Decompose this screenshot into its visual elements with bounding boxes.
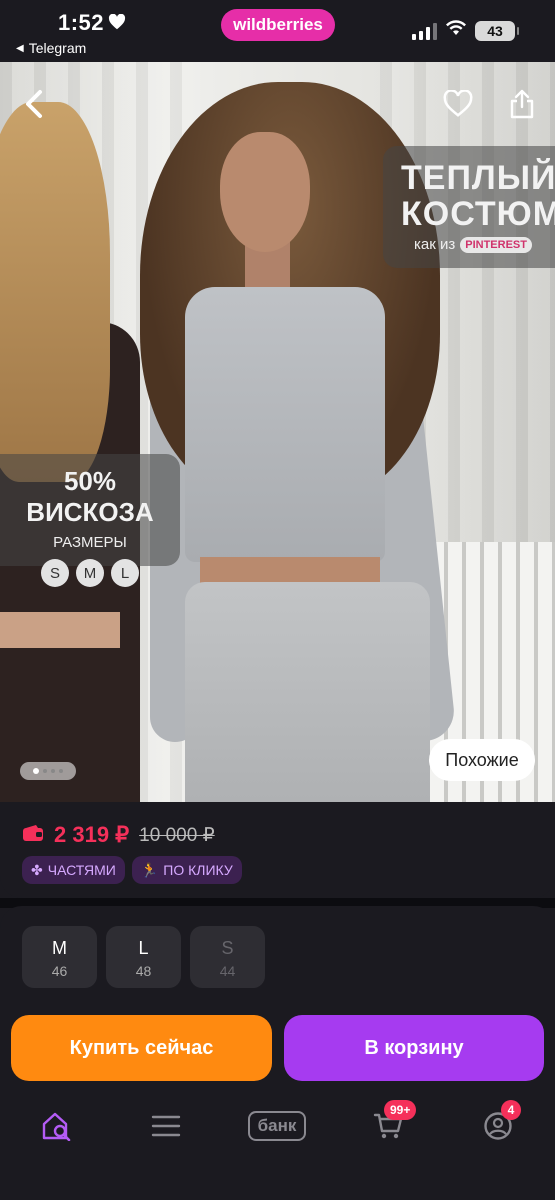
heart-icon: [108, 10, 126, 36]
heart-outline-icon: [443, 90, 473, 117]
second-model-hair: [0, 102, 110, 482]
size-option-l[interactable]: L 48: [106, 926, 181, 988]
carousel-dot: [33, 768, 39, 774]
badge-size: S: [41, 559, 69, 587]
tab-cart[interactable]: 99+: [358, 1096, 418, 1156]
carousel-dot: [59, 769, 63, 773]
similar-button[interactable]: Похожие: [429, 739, 535, 781]
pinterest-tag: PINTEREST: [460, 236, 532, 253]
status-time: 1:52: [58, 10, 126, 36]
carousel-indicator: [20, 762, 76, 780]
tab-bank[interactable]: банк: [247, 1096, 307, 1156]
price-section: 2 319 ₽ 10 000 ₽ ✤ ЧАСТЯМИ 🏃 ПО КЛИКУ: [0, 802, 555, 898]
model-face: [220, 132, 310, 252]
cellular-signal-icon: [412, 22, 437, 40]
promo-badge-warm-suit: ТЕПЛЫЙ КОСТЮМ как из PINTEREST: [383, 146, 555, 268]
profile-notification-badge: 4: [501, 1100, 521, 1120]
tab-profile[interactable]: 4: [468, 1096, 528, 1156]
buy-now-button[interactable]: Купить сейчас: [11, 1015, 272, 1081]
current-price: 2 319 ₽: [54, 822, 130, 847]
tab-catalog[interactable]: [136, 1096, 196, 1156]
back-to-app-link[interactable]: ◀ Telegram: [16, 40, 86, 56]
system-icons: 43: [412, 20, 519, 41]
model-pants: [185, 582, 430, 802]
badge-size: M: [76, 559, 104, 587]
size-selector: M 46 L 48 S 44: [22, 926, 265, 988]
add-to-cart-button[interactable]: В корзину: [284, 1015, 544, 1081]
home-search-icon: [42, 1112, 71, 1141]
purchase-panel: M 46 L 48 S 44 Купить сейчас В корзину б…: [0, 906, 555, 1200]
installments-chip[interactable]: ✤ ЧАСТЯМИ: [22, 856, 125, 884]
tab-home[interactable]: [27, 1096, 87, 1156]
battery-indicator: 43: [475, 20, 519, 41]
running-person-icon: 🏃: [140, 861, 159, 878]
wallet-icon: [22, 824, 44, 847]
cart-count-badge: 99+: [384, 1100, 417, 1120]
carousel-dot: [51, 769, 55, 773]
size-option-m[interactable]: M 46: [22, 926, 97, 988]
second-model-midriff: [0, 612, 120, 648]
size-option-s[interactable]: S 44: [190, 926, 265, 988]
promo-badge-material: 50% ВИСКОЗА РАЗМЕРЫ S M L: [0, 454, 180, 587]
status-bar: 1:52 ◀ Telegram wildberries 43: [0, 0, 555, 62]
share-icon: [510, 89, 534, 119]
carousel-dot: [43, 769, 47, 773]
wifi-icon: [445, 20, 467, 41]
bank-icon: банк: [247, 1111, 307, 1141]
menu-icon: [151, 1115, 181, 1137]
one-click-chip[interactable]: 🏃 ПО КЛИКУ: [131, 856, 242, 884]
clover-icon: ✤: [31, 861, 43, 878]
app-pill: wildberries: [221, 9, 335, 41]
back-button[interactable]: [14, 84, 54, 124]
share-button[interactable]: [502, 84, 542, 124]
back-triangle-icon: ◀: [16, 42, 24, 54]
model-cardigan: [185, 287, 385, 562]
bottom-tab-bar: банк 99+ 4: [0, 1096, 555, 1156]
badge-sizes: S M L: [0, 559, 180, 587]
badge-size: L: [111, 559, 139, 587]
chevron-left-icon: [26, 90, 42, 118]
product-image-carousel[interactable]: ТЕПЛЫЙ КОСТЮМ как из PINTEREST 50% ВИСКО…: [0, 62, 555, 802]
old-price: 10 000 ₽: [139, 824, 215, 846]
favorite-button[interactable]: [438, 84, 478, 124]
